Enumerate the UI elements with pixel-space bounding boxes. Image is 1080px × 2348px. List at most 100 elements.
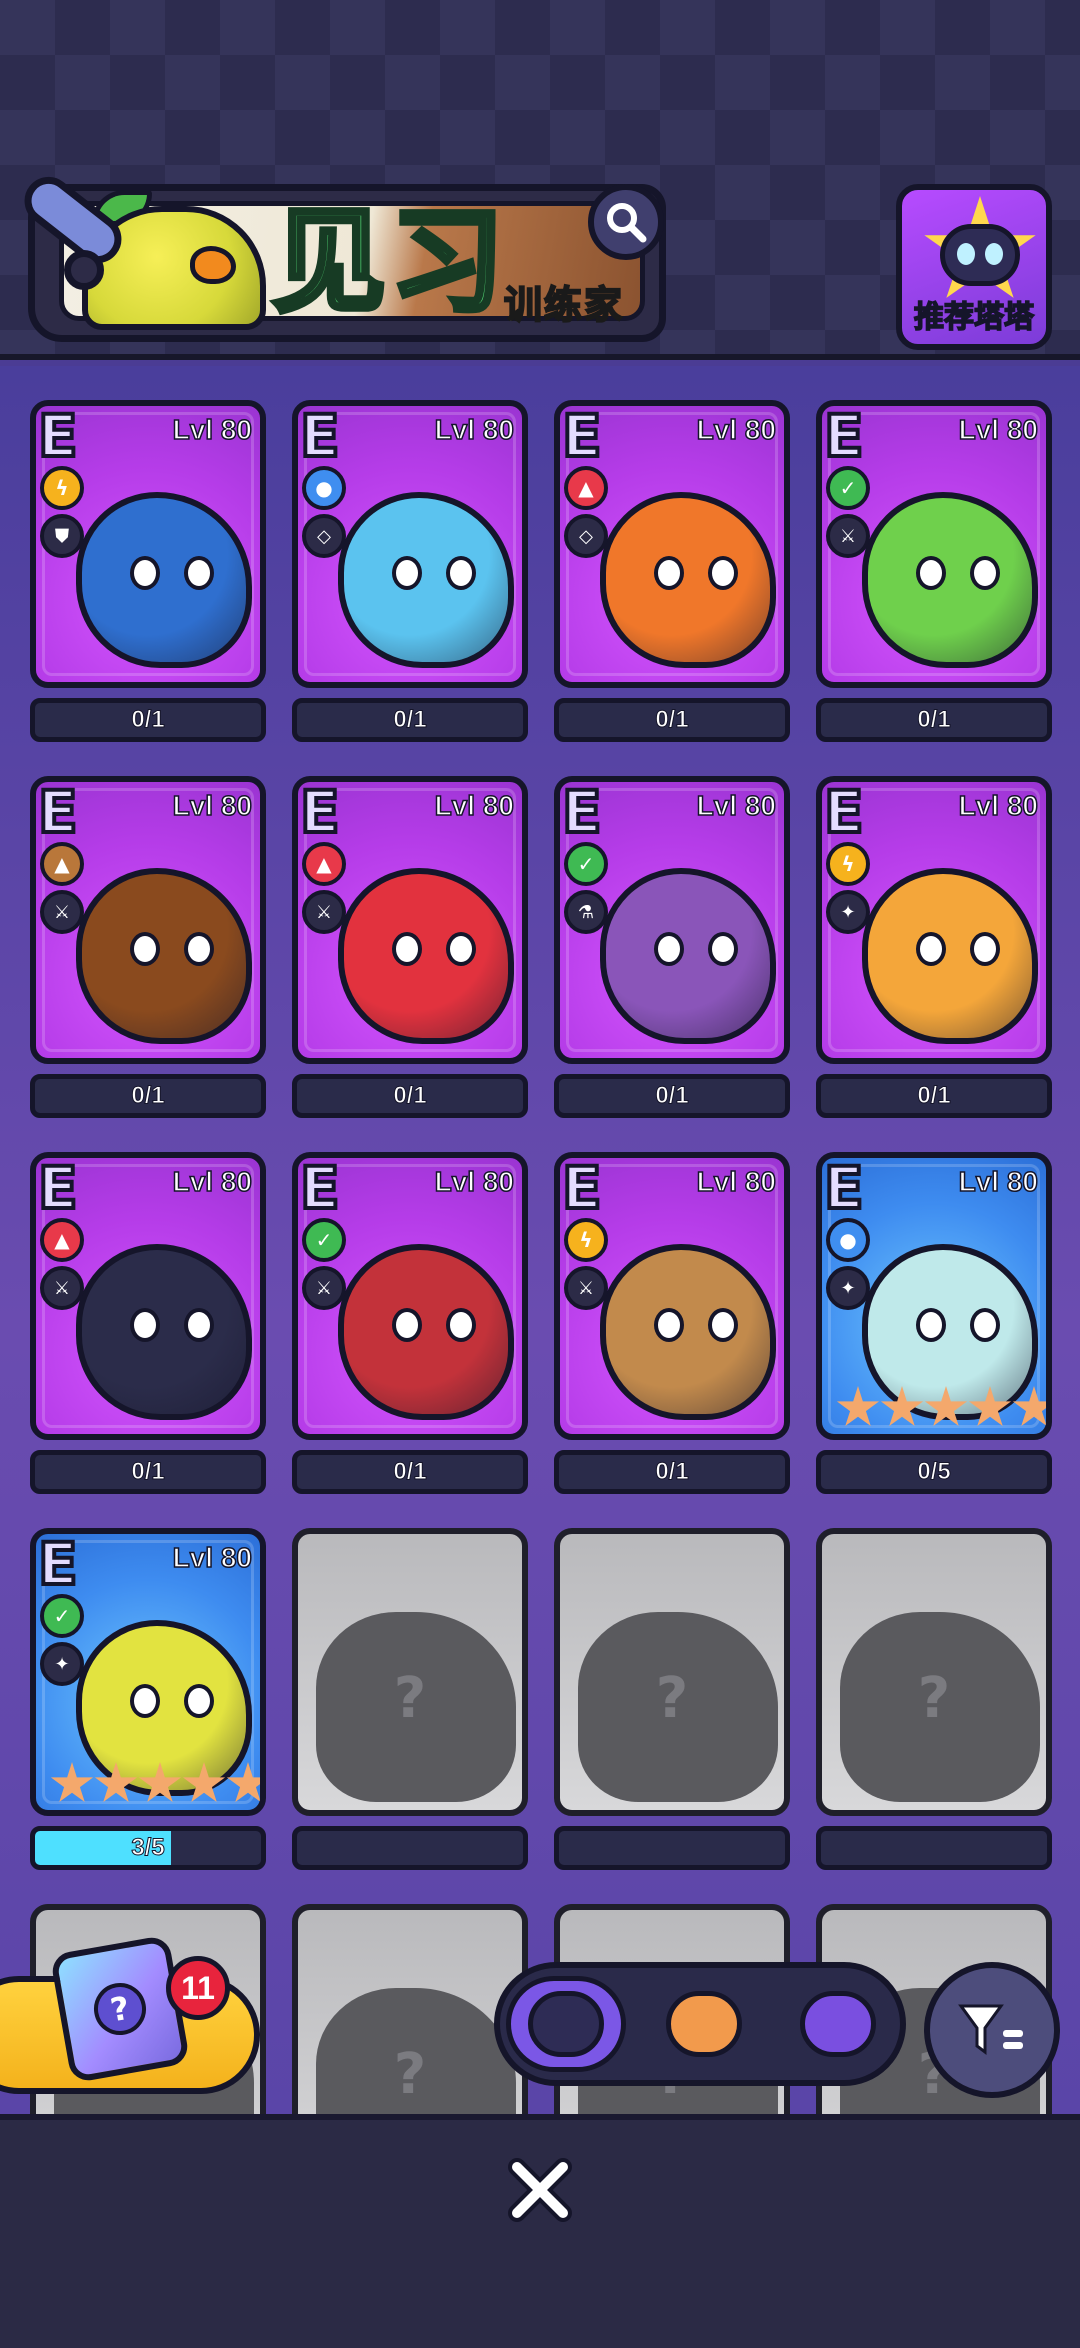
pet-eye — [392, 1308, 422, 1342]
pet-card-slot: ? — [292, 1528, 528, 1872]
pet-level: Lvl 80 — [958, 413, 1039, 446]
filter-tab-star[interactable] — [778, 1976, 898, 2072]
lightning-element-icon: ϟ — [564, 1218, 608, 1262]
pet-card-slot: E Lvl 80 ● ◇ 0/1 — [292, 400, 528, 744]
pet-progress-text: 0/1 — [655, 706, 689, 734]
pet-eye — [184, 1308, 214, 1342]
locked-pet-card[interactable]: ? — [554, 1528, 790, 1816]
pet-card-slot: E Lvl 80 ▲ ⚔ 0/1 — [30, 776, 266, 1120]
recommend-button[interactable]: 推荐塔塔 — [896, 184, 1052, 350]
support-class-icon: ✦ — [826, 890, 870, 934]
star-icon — [138, 1762, 182, 1803]
locked-pet-card[interactable]: ? — [292, 1904, 528, 2114]
hamster-icon — [666, 1991, 742, 2057]
rarity-badge: E — [560, 1154, 604, 1224]
rarity-badge: E — [560, 402, 604, 472]
pet-eye — [392, 932, 422, 966]
pet-progress-bar: 0/1 — [30, 1450, 266, 1494]
pet-progress-text: 0/1 — [655, 1082, 689, 1110]
pet-level: Lvl 80 — [696, 413, 777, 446]
star-icon — [924, 1386, 968, 1427]
rarity-badge: E — [560, 778, 604, 848]
unknown-pet-mark: ? — [393, 1666, 427, 1731]
grass-element-icon: ✓ — [40, 1594, 84, 1638]
pet-level: Lvl 80 — [172, 1165, 253, 1198]
pet-card-slot: E Lvl 80 ✓ ⚔ 0/1 — [292, 1152, 528, 1496]
pet-eye — [654, 556, 684, 590]
pet-progress-bar: 0/1 — [30, 698, 266, 742]
pet-level: Lvl 80 — [172, 789, 253, 822]
pet-progress-text: 3/5 — [131, 1834, 165, 1862]
pet-eye — [392, 556, 422, 590]
pet-card-slot: E Lvl 80 ✓ ⚗ 0/1 — [554, 776, 790, 1120]
pet-progress-text: 0/1 — [131, 1082, 165, 1110]
pet-card-fox[interactable]: E Lvl 80 ▲ ⚔ — [30, 1152, 266, 1440]
pet-progress-text: 0/1 — [393, 1458, 427, 1486]
sword-class-icon: ⚔ — [302, 1266, 346, 1310]
pet-card-slot: ? — [554, 1528, 790, 1872]
pet-level: Lvl 80 — [172, 413, 253, 446]
star-icon — [968, 1386, 1012, 1427]
mystery-box-icon[interactable]: ? — [49, 1934, 191, 2084]
grass-element-icon: ✓ — [302, 1218, 346, 1262]
pet-eye — [916, 932, 946, 966]
rarity-badge: E — [36, 1154, 80, 1224]
search-button[interactable] — [588, 184, 664, 260]
pet-progress-text: 0/1 — [131, 706, 165, 734]
pet-eye — [654, 932, 684, 966]
earth-element-icon: ▲ — [40, 842, 84, 886]
pet-card-slot: E Lvl 80 ▲ ⚔ 0/1 — [292, 776, 528, 1120]
pet-card-mushroom[interactable]: E Lvl 80 ✓ ⚗ — [554, 776, 790, 1064]
star-icon — [94, 1762, 138, 1803]
blue-cat-icon — [528, 1991, 604, 2057]
pet-card-caged-lion[interactable]: E Lvl 80 ϟ ⚔ — [554, 1152, 790, 1440]
pet-eye — [130, 556, 160, 590]
close-button[interactable] — [500, 2150, 580, 2230]
pet-level: Lvl 80 — [958, 789, 1039, 822]
pet-progress-text: 0/5 — [917, 1458, 951, 1486]
lightning-element-icon: ϟ — [826, 842, 870, 886]
rank-subtitle: 训练家 — [503, 282, 625, 328]
pet-card-cactus[interactable]: E Lvl 80 ✓ ⚔ — [816, 400, 1052, 688]
flask-class-icon: ⚗ — [564, 890, 608, 934]
pet-eye — [708, 932, 738, 966]
fire-element-icon: ▲ — [302, 842, 346, 886]
pet-collection-grid: E Lvl 80 ϟ ⛊ 0/1 E Lvl 80 ● ◇ 0/1 E Lvl 80 ▲ ◇ 0/1 E Lvl… — [0, 366, 1080, 2114]
recommend-label: 推荐塔塔 — [913, 299, 1035, 336]
pet-card-slot: ? — [816, 1528, 1052, 1872]
pet-card-lucky-cat[interactable]: E Lvl 80 ϟ ✦ — [816, 776, 1052, 1064]
pet-eye — [130, 1684, 160, 1718]
diamond-class-icon: ◇ — [302, 514, 346, 558]
pet-card-snail[interactable]: E Lvl 80 ▲ ⚔ — [30, 776, 266, 1064]
question-mark-icon: ? — [89, 1978, 151, 2040]
pet-card-tiger[interactable]: E Lvl 80 ▲ ◇ — [554, 400, 790, 688]
pet-eye — [184, 556, 214, 590]
locked-pet-card[interactable]: ? — [816, 1528, 1052, 1816]
pet-card-slot: E Lvl 80 ✓ ⚔ 0/1 — [816, 400, 1052, 744]
locked-pet-card[interactable]: ? — [292, 1528, 528, 1816]
sort-filter-button[interactable] — [924, 1962, 1060, 2098]
pet-card-toucan[interactable]: E Lvl 80 ϟ ⛊ — [30, 400, 266, 688]
pet-progress-text: 0/1 — [655, 1458, 689, 1486]
pet-eye — [916, 1308, 946, 1342]
pet-eye — [446, 1308, 476, 1342]
pet-card-chameleon[interactable]: E Lvl 80 ● ◇ — [292, 400, 528, 688]
pet-progress-bar: 0/1 — [292, 1450, 528, 1494]
pet-card-pear-bird[interactable]: E Lvl 80 ✓ ✦ — [30, 1528, 266, 1816]
pet-eye — [446, 932, 476, 966]
sword-class-icon: ⚔ — [564, 1266, 608, 1310]
pet-eye — [970, 556, 1000, 590]
pet-card-slot: E Lvl 80 ▲ ◇ 0/1 — [554, 400, 790, 744]
pet-eye — [446, 556, 476, 590]
rarity-badge: E — [36, 1530, 80, 1600]
close-icon — [508, 2158, 572, 2222]
pet-eye — [708, 1308, 738, 1342]
star-icon — [1012, 1386, 1046, 1427]
pet-level: Lvl 80 — [172, 1541, 253, 1574]
star-icon — [50, 1762, 94, 1803]
filter-tab-tata[interactable] — [506, 1976, 626, 2072]
pet-card-tulip-bud[interactable]: E Lvl 80 ✓ ⚔ — [292, 1152, 528, 1440]
pet-card-shell-crab[interactable]: E Lvl 80 ● ✦ — [816, 1152, 1052, 1440]
filter-tab-hamster[interactable] — [644, 1976, 764, 2072]
pet-card-ladybug-frog[interactable]: E Lvl 80 ▲ ⚔ — [292, 776, 528, 1064]
